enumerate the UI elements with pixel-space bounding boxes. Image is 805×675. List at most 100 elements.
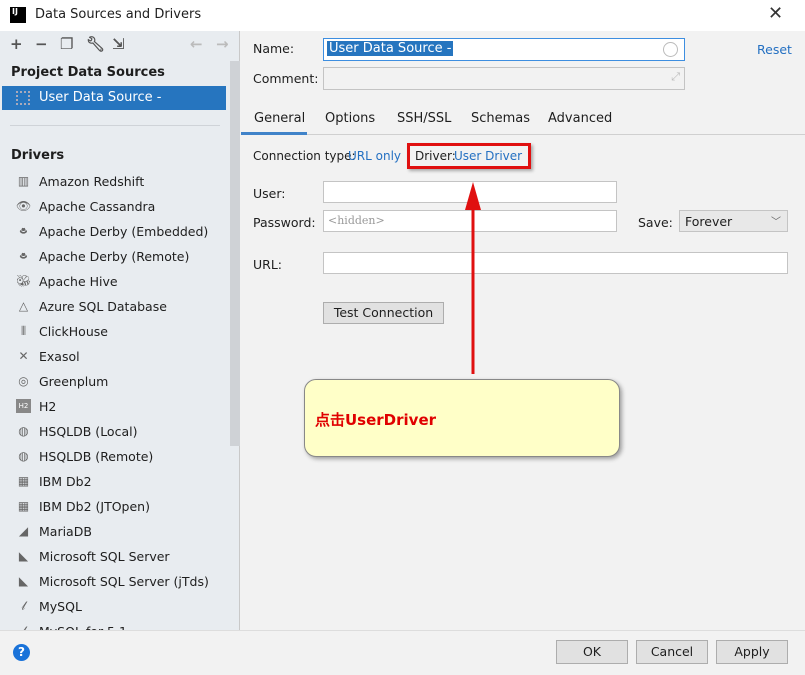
tab-schemas[interactable]: Schemas <box>471 111 530 126</box>
driver-label: HSQLDB (Remote) <box>39 449 154 464</box>
sidebar: + − ❐ 🔧︎ ⇲ ← → Project Data Sources User… <box>0 31 240 639</box>
driver-label: MySQL <box>39 599 82 614</box>
driver-label: Apache Hive <box>39 274 118 289</box>
chevron-down-icon: ﹀ <box>771 217 781 228</box>
app-logo: IJ <box>10 7 26 23</box>
save-select[interactable]: Forever ﹀ <box>679 210 788 232</box>
driver-icon: ◍ <box>18 449 29 463</box>
driver-label: Apache Cassandra <box>39 199 156 214</box>
copy-icon[interactable]: ❐ <box>60 35 73 53</box>
driver-item[interactable]: 🎩︎ Apache Derby (Remote) <box>0 244 228 269</box>
driver-item[interactable]: ✕ Exasol <box>0 344 228 369</box>
help-icon[interactable]: ? <box>13 644 30 661</box>
back-icon[interactable]: ← <box>190 35 203 53</box>
divider <box>10 125 220 126</box>
driver-label: Apache Derby (Embedded) <box>39 224 209 239</box>
connection-type-label: Connection type: <box>253 149 356 163</box>
data-source-item[interactable]: User Data Source - <box>2 86 226 110</box>
driver-item[interactable]: 🎩︎ Apache Derby (Embedded) <box>0 219 228 244</box>
driver-item[interactable]: ▥ Amazon Redshift <box>0 169 228 194</box>
driver-item[interactable]: 👁︎ Apache Cassandra <box>0 194 228 219</box>
driver-icon: ▦ <box>17 499 30 513</box>
driver-icon: ▦ <box>17 474 30 488</box>
driver-label: Amazon Redshift <box>39 174 145 189</box>
driver-item[interactable]: ◣ Microsoft SQL Server (jTds) <box>0 569 228 594</box>
password-label: Password: <box>253 215 316 230</box>
window-title: Data Sources and Drivers <box>35 7 202 22</box>
driver-label: ClickHouse <box>39 324 108 339</box>
driver-item[interactable]: ◍ HSQLDB (Remote) <box>0 444 228 469</box>
name-value: User Data Source - <box>327 41 454 56</box>
name-input[interactable]: User Data Source - <box>323 38 685 61</box>
user-label: User: <box>253 186 286 201</box>
dialog-footer: ? OK Cancel Apply <box>0 630 805 675</box>
driver-icon: ◍ <box>18 424 29 438</box>
wrench-icon[interactable]: 🔧︎ <box>86 35 105 53</box>
data-source-icon <box>16 91 30 105</box>
tab-general[interactable]: General <box>254 111 305 126</box>
driver-item[interactable]: ▦ IBM Db2 <box>0 469 228 494</box>
url-label: URL: <box>253 257 283 272</box>
test-connection-button[interactable]: Test Connection <box>323 302 444 324</box>
tab-divider <box>241 134 805 135</box>
driver-icon: ⦀ <box>20 324 27 338</box>
driver-item[interactable]: △ Azure SQL Database <box>0 294 228 319</box>
highlight-box <box>407 143 531 169</box>
connection-type-link[interactable]: URL only <box>348 149 401 163</box>
reset-link[interactable]: Reset <box>757 42 792 57</box>
driver-item[interactable]: ◎ Greenplum <box>0 369 228 394</box>
plus-icon[interactable]: + <box>10 35 23 53</box>
ok-button[interactable]: OK <box>556 640 628 664</box>
save-value: Forever <box>685 214 733 229</box>
name-label: Name: <box>253 41 295 56</box>
driver-icon: H2 <box>16 399 31 413</box>
driver-label: IBM Db2 (JTOpen) <box>39 499 150 514</box>
driver-item[interactable]: ⦀ ClickHouse <box>0 319 228 344</box>
driver-label: MariaDB <box>39 524 92 539</box>
save-label: Save: <box>638 215 673 230</box>
driver-item[interactable]: ▦ IBM Db2 (JTOpen) <box>0 494 228 519</box>
tab-options[interactable]: Options <box>325 111 375 126</box>
driver-icon: ◣ <box>18 574 29 588</box>
minus-icon[interactable]: − <box>35 35 48 53</box>
import-icon[interactable]: ⇲ <box>112 35 125 53</box>
color-circle-icon[interactable] <box>663 42 678 57</box>
driver-item[interactable]: 🐝︎ Apache Hive <box>0 269 228 294</box>
driver-icon: ◣ <box>18 549 29 563</box>
project-data-sources-header: Project Data Sources <box>11 65 165 80</box>
sidebar-scrollbar[interactable] <box>230 61 240 446</box>
driver-label: HSQLDB (Local) <box>39 424 138 439</box>
forward-icon[interactable]: → <box>216 35 229 53</box>
driver-item[interactable]: H2 H2 <box>0 394 228 419</box>
driver-label: Azure SQL Database <box>39 299 167 314</box>
data-source-label: User Data Source - <box>39 90 162 105</box>
tab-ssh-ssl[interactable]: SSH/SSL <box>397 111 451 126</box>
driver-label: IBM Db2 <box>39 474 92 489</box>
driver-label: Greenplum <box>39 374 109 389</box>
driver-label: Exasol <box>39 349 80 364</box>
active-tab-indicator <box>241 132 307 135</box>
close-icon[interactable]: ✕ <box>768 3 783 24</box>
comment-input[interactable]: ⤢ <box>323 67 685 90</box>
driver-item[interactable]: 𝓁 MySQL <box>0 594 228 619</box>
comment-label: Comment: <box>253 71 319 86</box>
driver-icon: 👁︎ <box>16 199 32 213</box>
driver-item[interactable]: ◢ MariaDB <box>0 519 228 544</box>
annotation-arrow <box>465 182 481 374</box>
driver-icon: △ <box>18 299 29 313</box>
password-placeholder: <hidden> <box>328 214 385 227</box>
driver-item[interactable]: ◍ HSQLDB (Local) <box>0 419 228 444</box>
tab-advanced[interactable]: Advanced <box>548 111 612 126</box>
annotation-callout: 点击UserDriver <box>304 379 620 457</box>
drivers-header: Drivers <box>11 148 65 163</box>
url-input[interactable] <box>323 252 788 274</box>
driver-icon: ◢ <box>18 524 29 538</box>
driver-icon: 🎩︎ <box>19 224 28 238</box>
apply-button[interactable]: Apply <box>716 640 788 664</box>
driver-icon: ▥ <box>17 174 30 188</box>
cancel-button[interactable]: Cancel <box>636 640 708 664</box>
driver-icon: 🎩︎ <box>19 249 28 263</box>
driver-icon: 𝓁 <box>21 599 26 613</box>
driver-item[interactable]: ◣ Microsoft SQL Server <box>0 544 228 569</box>
expand-icon[interactable]: ⤢ <box>671 70 680 84</box>
